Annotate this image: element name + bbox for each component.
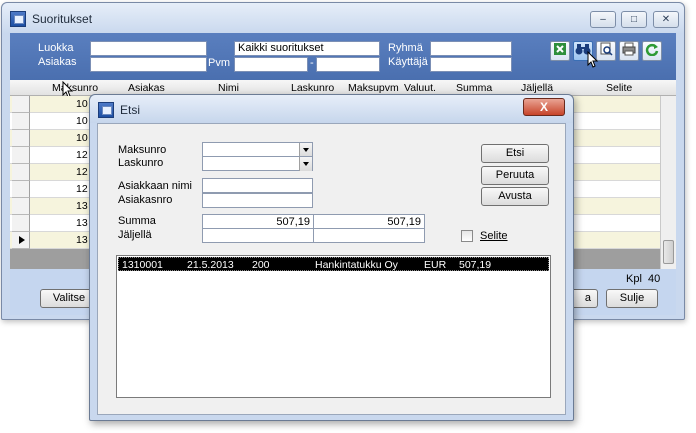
printer-icon[interactable] xyxy=(619,41,639,61)
selite-checkbox-label[interactable]: Selite xyxy=(480,230,508,242)
dialog-close-button[interactable]: X xyxy=(523,98,565,116)
row-selector[interactable] xyxy=(12,198,30,215)
pvm-to-input[interactable] xyxy=(316,57,380,72)
row-selector[interactable] xyxy=(12,147,30,164)
selite-checkbox[interactable] xyxy=(461,230,473,242)
etsi-button[interactable]: Etsi xyxy=(481,144,549,163)
list-item[interactable]: 1310001 21.5.2013 200 Hankintatukku Oy E… xyxy=(118,257,549,271)
chevron-down-icon[interactable] xyxy=(299,143,312,157)
row-maksunro: 12 xyxy=(76,149,88,161)
pvm-label: Pvm xyxy=(208,57,230,69)
luokka-input[interactable] xyxy=(90,41,207,56)
col-nimi[interactable]: Nimi xyxy=(218,82,239,94)
row-maksunro: 10 xyxy=(76,132,88,144)
col-asiakas[interactable]: Asiakas xyxy=(128,82,165,94)
dialog-title-bar[interactable]: Etsi X xyxy=(90,95,573,123)
kayttaja-label: Käyttäjä xyxy=(388,56,428,68)
summa-label: Summa xyxy=(118,215,156,227)
laskunro-combo[interactable] xyxy=(202,156,313,171)
main-window-title: Suoritukset xyxy=(32,12,93,26)
asiakkaan-nimi-input[interactable] xyxy=(202,178,313,193)
result-asiakas: 200 xyxy=(252,259,270,271)
col-jaljella[interactable]: Jäljellä xyxy=(521,82,553,94)
asiakasnro-label: Asiakasnro xyxy=(118,194,173,206)
maksunro-label: Maksunro xyxy=(118,144,167,156)
close-button[interactable]: ✕ xyxy=(653,11,679,28)
col-maksupvm[interactable]: Maksupvm xyxy=(348,82,402,94)
row-maksunro: 10 xyxy=(76,115,88,127)
row-maksunro: 10 xyxy=(76,98,88,110)
row-selector-current[interactable] xyxy=(12,232,30,249)
row-maksunro: 12 xyxy=(76,183,88,195)
luokka-label: Luokka xyxy=(38,42,74,54)
jaljella-label: Jäljellä xyxy=(118,229,152,241)
summa-from-input[interactable]: 507,19 xyxy=(202,214,314,229)
mouse-cursor-icon xyxy=(587,51,599,68)
result-maksunro: 1310001 xyxy=(122,259,163,271)
vertical-scrollbar[interactable] xyxy=(660,96,676,269)
row-maksunro: 12 xyxy=(76,166,88,178)
col-laskunro[interactable]: Laskunro xyxy=(291,82,334,94)
asiakasnro-input[interactable] xyxy=(202,193,313,208)
row-maksunro: 13 xyxy=(76,217,88,229)
row-selector[interactable] xyxy=(12,96,30,113)
col-summa[interactable]: Summa xyxy=(456,82,492,94)
row-selector[interactable] xyxy=(12,130,30,147)
col-valuutta[interactable]: Valuut. xyxy=(404,82,436,94)
avusta-button[interactable]: Avusta xyxy=(481,187,549,206)
peruuta-button[interactable]: Peruuta xyxy=(481,166,549,185)
result-nimi: Hankintatukku Oy xyxy=(315,259,398,271)
print-preview-icon[interactable] xyxy=(596,41,616,61)
col-maksunro[interactable]: Maksunro xyxy=(52,82,98,94)
summa-to-input[interactable]: 507,19 xyxy=(313,214,425,229)
dialog-body: Maksunro Laskunro Asiakkaan nimi Asiakas… xyxy=(97,123,566,415)
result-valuutta: EUR xyxy=(424,259,447,271)
result-summa: 507,19 xyxy=(459,259,492,271)
description-field: Kaikki suoritukset xyxy=(234,41,380,56)
jaljella-to-input[interactable] xyxy=(313,228,425,243)
excel-icon[interactable] xyxy=(550,41,570,61)
dialog-app-icon xyxy=(98,102,114,118)
filter-bar: Luokka Asiakas Pvm Kaikki suoritukset - … xyxy=(10,33,676,80)
row-selector[interactable] xyxy=(12,164,30,181)
laskunro-label: Laskunro xyxy=(118,157,164,169)
maximize-button[interactable]: □ xyxy=(621,11,647,28)
ryhma-input[interactable] xyxy=(430,41,512,56)
jaljella-from-input[interactable] xyxy=(202,228,314,243)
results-list[interactable]: 1310001 21.5.2013 200 Hankintatukku Oy E… xyxy=(116,255,551,398)
dialog-title: Etsi xyxy=(120,103,141,117)
row-selector[interactable] xyxy=(12,113,30,130)
ryhma-label: Ryhmä xyxy=(388,42,423,54)
asiakas-label: Asiakas xyxy=(38,56,77,68)
sulje-button[interactable]: Sulje xyxy=(606,289,658,308)
asiakkaan-nimi-label: Asiakkaan nimi xyxy=(118,180,192,192)
asiakas-input[interactable] xyxy=(90,57,207,72)
etsi-dialog: Etsi X Maksunro Laskunro Asiakkaan nimi … xyxy=(89,94,574,421)
row-maksunro: 13 xyxy=(76,234,88,246)
kayttaja-input[interactable] xyxy=(430,57,512,72)
result-pvm: 21.5.2013 xyxy=(187,259,234,271)
pvm-separator: - xyxy=(310,57,314,69)
pvm-from-input[interactable] xyxy=(234,57,308,72)
scrollbar-thumb[interactable] xyxy=(663,240,674,264)
record-count: Kpl 40 xyxy=(626,273,660,285)
row-selector[interactable] xyxy=(12,181,30,198)
col-selite[interactable]: Selite xyxy=(606,82,632,94)
row-selector[interactable] xyxy=(12,215,30,232)
minimize-button[interactable]: – xyxy=(590,11,616,28)
main-title-bar[interactable]: Suoritukset – □ ✕ xyxy=(2,3,684,33)
kpl-label: Kpl xyxy=(626,273,642,285)
row-maksunro: 13 xyxy=(76,200,88,212)
maksunro-combo[interactable] xyxy=(202,142,313,157)
refresh-icon[interactable] xyxy=(642,41,662,61)
kpl-value: 40 xyxy=(648,273,661,285)
chevron-down-icon[interactable] xyxy=(299,157,312,171)
app-icon xyxy=(10,11,26,27)
